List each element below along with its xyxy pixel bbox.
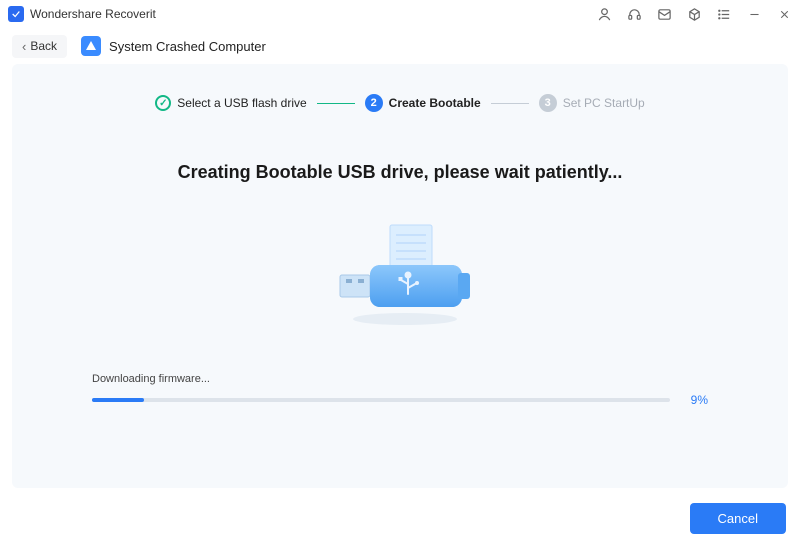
page-title: Creating Bootable USB drive, please wait…	[82, 162, 718, 183]
progress-status-text: Downloading firmware...	[92, 373, 708, 385]
step-label: Set PC StartUp	[563, 96, 645, 110]
titlebar: Wondershare Recoverit	[0, 0, 800, 28]
footer: Cancel	[690, 503, 786, 534]
step-label: Select a USB flash drive	[177, 96, 306, 110]
section-title: System Crashed Computer	[109, 39, 266, 54]
cube-icon[interactable]	[686, 6, 702, 22]
menu-list-icon[interactable]	[716, 6, 732, 22]
step-set-pc-startup: 3 Set PC StartUp	[539, 94, 645, 112]
app-logo-icon	[8, 6, 24, 22]
back-button[interactable]: ‹ Back	[12, 35, 67, 58]
step-connector	[317, 103, 355, 104]
chevron-left-icon: ‹	[22, 39, 26, 54]
step-connector	[491, 103, 529, 104]
usb-drive-icon	[310, 223, 490, 333]
progress-bar	[92, 398, 670, 402]
close-icon[interactable]	[776, 6, 792, 22]
step-number-icon: 3	[539, 94, 557, 112]
titlebar-right	[596, 6, 792, 22]
subheader: ‹ Back System Crashed Computer	[0, 28, 800, 64]
step-create-bootable: 2 Create Bootable	[365, 94, 481, 112]
check-icon: ✓	[155, 95, 171, 111]
stepper: ✓ Select a USB flash drive 2 Create Boot…	[82, 94, 718, 112]
progress-fill	[92, 398, 144, 402]
progress-percent: 9%	[684, 393, 708, 407]
monitor-icon	[81, 36, 101, 56]
step-select-usb: ✓ Select a USB flash drive	[155, 95, 306, 111]
progress-row: 9%	[92, 393, 708, 407]
step-number-icon: 2	[365, 94, 383, 112]
app-title: Wondershare Recoverit	[30, 7, 156, 21]
user-icon[interactable]	[596, 6, 612, 22]
back-label: Back	[30, 39, 57, 53]
minimize-icon[interactable]	[746, 6, 762, 22]
usb-illustration	[82, 223, 718, 333]
progress-area: Downloading firmware... 9%	[82, 373, 718, 407]
cancel-button[interactable]: Cancel	[690, 503, 786, 534]
mail-icon[interactable]	[656, 6, 672, 22]
main-panel: ✓ Select a USB flash drive 2 Create Boot…	[12, 64, 788, 488]
step-label: Create Bootable	[389, 96, 481, 110]
titlebar-left: Wondershare Recoverit	[8, 6, 156, 22]
section-header: System Crashed Computer	[81, 36, 266, 56]
headset-icon[interactable]	[626, 6, 642, 22]
